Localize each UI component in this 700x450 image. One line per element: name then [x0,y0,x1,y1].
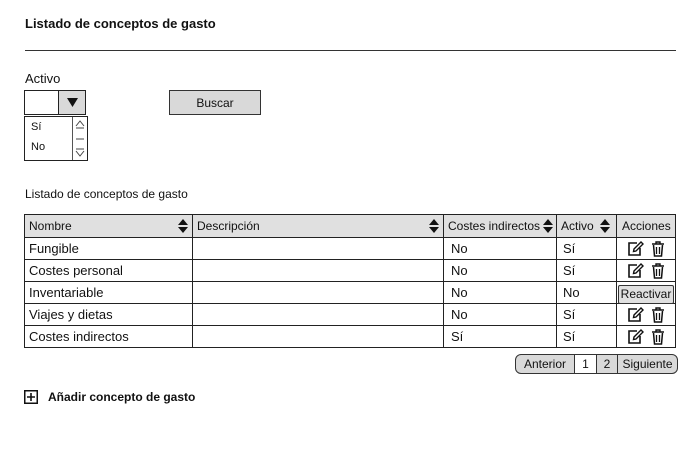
sort-icon[interactable] [543,219,553,233]
table-row: Inventariable No No Reactivar [25,281,675,304]
dropdown-toggle[interactable] [58,91,85,114]
add-concept-label: Añadir concepto de gasto [48,390,196,404]
table-row: Costes personal No Sí [25,259,675,281]
cell-activo: Sí [556,304,616,325]
cell-descripcion [192,326,443,347]
cell-descripcion [192,260,443,281]
cell-nombre: Costes personal [29,263,123,278]
option-no[interactable]: No [31,141,45,153]
pagination-page-2[interactable]: 2 [596,355,617,373]
scroll-down-icon [75,150,85,157]
cell-costes-indirectos: No [443,304,556,325]
cell-costes-indirectos: No [443,238,556,259]
header-activo[interactable]: Activo [556,215,616,237]
header-costes-indirectos[interactable]: Costes indirectos [443,215,556,237]
pagination-previous[interactable]: Anterior [516,355,574,373]
cell-activo: Sí [556,238,616,259]
cell-activo: No [556,282,616,303]
cell-costes-indirectos: Sí [443,326,556,347]
cell-costes-indirectos: No [443,282,556,303]
activo-filter-label: Activo [25,71,61,86]
table-row: Costes indirectos Sí Sí [25,325,675,347]
plus-square-icon [24,390,38,404]
concepts-table: Nombre Descripción Costes indirectos Act… [24,214,676,348]
cell-nombre: Costes indirectos [29,329,129,344]
pagination-page-1[interactable]: 1 [574,355,596,373]
header-acciones: Acciones [616,215,675,237]
header-nombre[interactable]: Nombre [25,215,192,237]
cell-acciones [616,238,675,259]
cell-acciones [616,326,675,347]
cell-acciones [616,260,675,281]
search-button[interactable]: Buscar [169,90,261,115]
pagination-next[interactable]: Siguiente [617,355,677,373]
reactivar-button[interactable]: Reactivar [617,284,675,304]
cell-costes-indirectos: No [443,260,556,281]
table-row: Fungible No Sí [25,237,675,259]
trash-icon[interactable] [651,262,665,279]
cell-descripcion [192,282,443,303]
trash-icon[interactable] [651,328,665,345]
edit-icon[interactable] [627,262,644,279]
dropdown-scrollbar[interactable] [72,117,87,160]
sort-icon[interactable] [429,219,439,233]
sort-icon[interactable] [178,219,188,233]
edit-icon[interactable] [627,328,644,345]
cell-acciones: Reactivar [616,282,675,304]
option-si[interactable]: Sí [31,121,41,133]
trash-icon[interactable] [651,306,665,323]
cell-descripcion [192,304,443,325]
table-row: Viajes y dietas No Sí [25,303,675,325]
caret-down-icon [66,98,78,107]
edit-icon[interactable] [627,306,644,323]
cell-acciones [616,304,675,325]
table-caption: Listado de conceptos de gasto [25,187,188,201]
title-divider [25,50,676,51]
cell-activo: Sí [556,260,616,281]
header-descripcion[interactable]: Descripción [192,215,443,237]
add-concept-button[interactable]: Añadir concepto de gasto [24,390,195,404]
scroll-up-icon [75,120,85,127]
table-header-row: Nombre Descripción Costes indirectos Act… [25,215,675,237]
cell-nombre: Fungible [29,241,79,256]
pagination: Anterior 1 2 Siguiente [515,354,678,374]
cell-activo: Sí [556,326,616,347]
cell-nombre: Inventariable [29,285,104,300]
activo-dropdown-list: Sí No [24,116,88,161]
page-title: Listado de conceptos de gasto [25,16,216,31]
activo-select[interactable] [24,90,86,115]
trash-icon[interactable] [651,240,665,257]
cell-descripcion [192,238,443,259]
edit-icon[interactable] [627,240,644,257]
sort-icon[interactable] [600,219,610,233]
cell-nombre: Viajes y dietas [29,307,113,322]
